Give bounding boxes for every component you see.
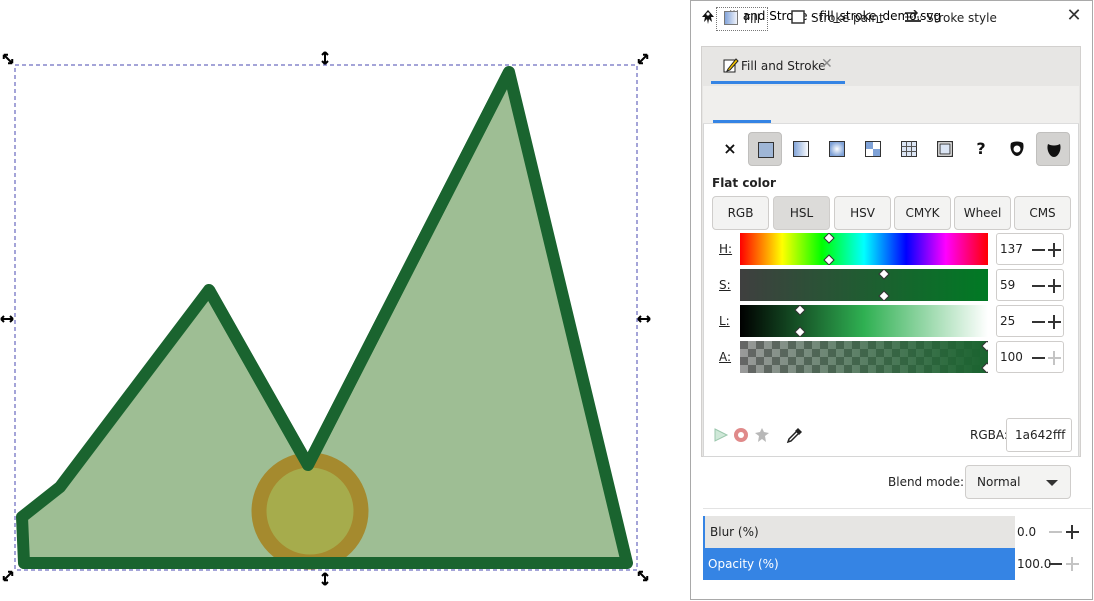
unset-paint-icon: ? xyxy=(976,139,986,158)
fill-rule-nonzero-icon xyxy=(1047,144,1061,157)
saturation-label: S: xyxy=(719,278,731,292)
opacity-label: Opacity (%) xyxy=(708,557,779,571)
radial-gradient-icon xyxy=(829,141,845,157)
blend-mode-select[interactable]: Normal xyxy=(965,465,1071,499)
blur-value: 0.0 xyxy=(1017,525,1037,539)
tab-close-icon[interactable]: ✕ xyxy=(821,56,833,72)
scale-handle-ne[interactable] xyxy=(637,53,650,66)
flat-color-icon xyxy=(758,142,774,158)
tab-stroke-style[interactable]: Stroke style xyxy=(905,7,997,31)
mode-hsl-button[interactable]: HSL xyxy=(773,196,830,230)
stroke-paint-icon xyxy=(791,10,805,24)
scale-handle-nw[interactable] xyxy=(2,53,15,66)
eyedropper-icon[interactable] xyxy=(786,426,804,444)
blend-mode-value: Normal xyxy=(977,475,1021,489)
alpha-value: 100 xyxy=(1000,350,1023,364)
tab-stroke-style-label: Stroke style xyxy=(926,11,997,25)
hue-value: 137 xyxy=(1000,242,1023,256)
mode-cms-button[interactable]: CMS xyxy=(1014,196,1071,230)
scale-handle-sw[interactable] xyxy=(2,570,15,583)
lightness-slider[interactable] xyxy=(740,305,988,337)
inkscape-app-icon xyxy=(702,10,714,24)
swatch-icon xyxy=(937,141,953,157)
mode-wheel-button[interactable]: Wheel xyxy=(954,196,1011,230)
tab-fill-and-stroke-label: Fill and Stroke xyxy=(741,59,826,73)
fill-rule-nonzero-button[interactable] xyxy=(1036,132,1070,166)
mesh-gradient-button[interactable] xyxy=(892,132,926,166)
sun-circle[interactable] xyxy=(251,452,369,570)
scale-handle-s[interactable] xyxy=(321,572,329,586)
tab-active-underline xyxy=(711,81,845,84)
fill-rule-evenodd-button[interactable] xyxy=(1000,132,1034,166)
subtab-active-underline xyxy=(713,120,771,123)
rgba-label: RGBA: xyxy=(970,428,1008,442)
opacity-decrement-icon[interactable] xyxy=(1049,563,1062,565)
separator xyxy=(703,508,1091,509)
flat-color-button[interactable] xyxy=(748,132,782,166)
hue-label: H: xyxy=(719,242,733,256)
lightness-label: L: xyxy=(719,314,730,328)
scale-handle-se[interactable] xyxy=(637,570,650,583)
no-paint-icon: × xyxy=(723,139,737,158)
color-managed-icon xyxy=(755,428,769,442)
tab-stroke-paint-label: Stroke paint xyxy=(811,11,884,25)
lightness-spinbox[interactable]: 25 xyxy=(996,305,1064,337)
canvas-svg[interactable] xyxy=(0,0,688,601)
blur-slider[interactable]: Blur (%) xyxy=(703,516,1015,548)
blur-label: Blur (%) xyxy=(710,525,759,539)
rgba-input[interactable]: 1a642fff xyxy=(1006,418,1072,452)
hue-decrement-icon[interactable] xyxy=(1032,249,1045,251)
lightness-decrement-icon[interactable] xyxy=(1032,321,1045,323)
mode-rgb-button[interactable]: RGB xyxy=(712,196,769,230)
drawing-canvas[interactable] xyxy=(0,0,688,601)
mode-cmyk-button[interactable]: CMYK xyxy=(894,196,951,230)
blend-mode-label: Blend mode: xyxy=(888,475,965,489)
tab-fill-label: Fill xyxy=(744,12,761,26)
alpha-label: A: xyxy=(719,350,732,364)
pattern-button[interactable] xyxy=(856,132,890,166)
saturation-decrement-icon[interactable] xyxy=(1032,285,1045,287)
scale-handle-e[interactable] xyxy=(637,315,651,323)
no-paint-button[interactable]: × xyxy=(713,132,747,166)
alpha-spinbox[interactable]: 100 xyxy=(996,341,1064,373)
mesh-gradient-icon xyxy=(901,141,917,157)
scale-handle-n[interactable] xyxy=(321,51,329,65)
lightness-value: 25 xyxy=(1000,314,1016,328)
hue-slider[interactable] xyxy=(740,233,988,265)
tab-stroke-paint[interactable]: Stroke paint xyxy=(791,7,886,31)
hue-spinbox[interactable]: 137 xyxy=(996,233,1064,265)
linear-gradient-icon xyxy=(793,141,809,157)
swatch-button[interactable] xyxy=(928,132,962,166)
opacity-slider[interactable]: Opacity (%) xyxy=(703,548,1015,580)
fill-rule-evenodd-icon xyxy=(1010,141,1024,156)
tab-fill-and-stroke[interactable]: Fill and Stroke ✕ xyxy=(711,47,845,84)
chevron-down-icon xyxy=(1046,480,1058,486)
saturation-slider[interactable] xyxy=(740,269,988,301)
subtab-bar xyxy=(703,86,1079,124)
stroke-style-icon xyxy=(905,10,921,22)
out-of-gamut-icon xyxy=(714,428,729,442)
mode-hsv-button[interactable]: HSV xyxy=(834,196,891,230)
scale-handle-w[interactable] xyxy=(0,315,14,323)
too-much-ink-icon xyxy=(734,428,748,442)
linear-gradient-button[interactable] xyxy=(784,132,818,166)
saturation-spinbox[interactable]: 59 xyxy=(996,269,1064,301)
flat-color-label: Flat color xyxy=(712,176,776,190)
unset-paint-button[interactable]: ? xyxy=(964,132,998,166)
alpha-slider[interactable] xyxy=(740,341,988,373)
pen-icon xyxy=(723,58,739,73)
tab-fill[interactable]: Fill xyxy=(716,7,768,31)
saturation-value: 59 xyxy=(1000,278,1016,292)
radial-gradient-button[interactable] xyxy=(820,132,854,166)
opacity-value: 100.0 xyxy=(1017,557,1052,571)
alpha-decrement-icon[interactable] xyxy=(1032,357,1045,359)
close-icon[interactable]: ✕ xyxy=(1062,4,1086,28)
fill-icon xyxy=(724,11,738,25)
blur-decrement-icon xyxy=(1049,531,1062,533)
pattern-icon xyxy=(865,141,881,157)
